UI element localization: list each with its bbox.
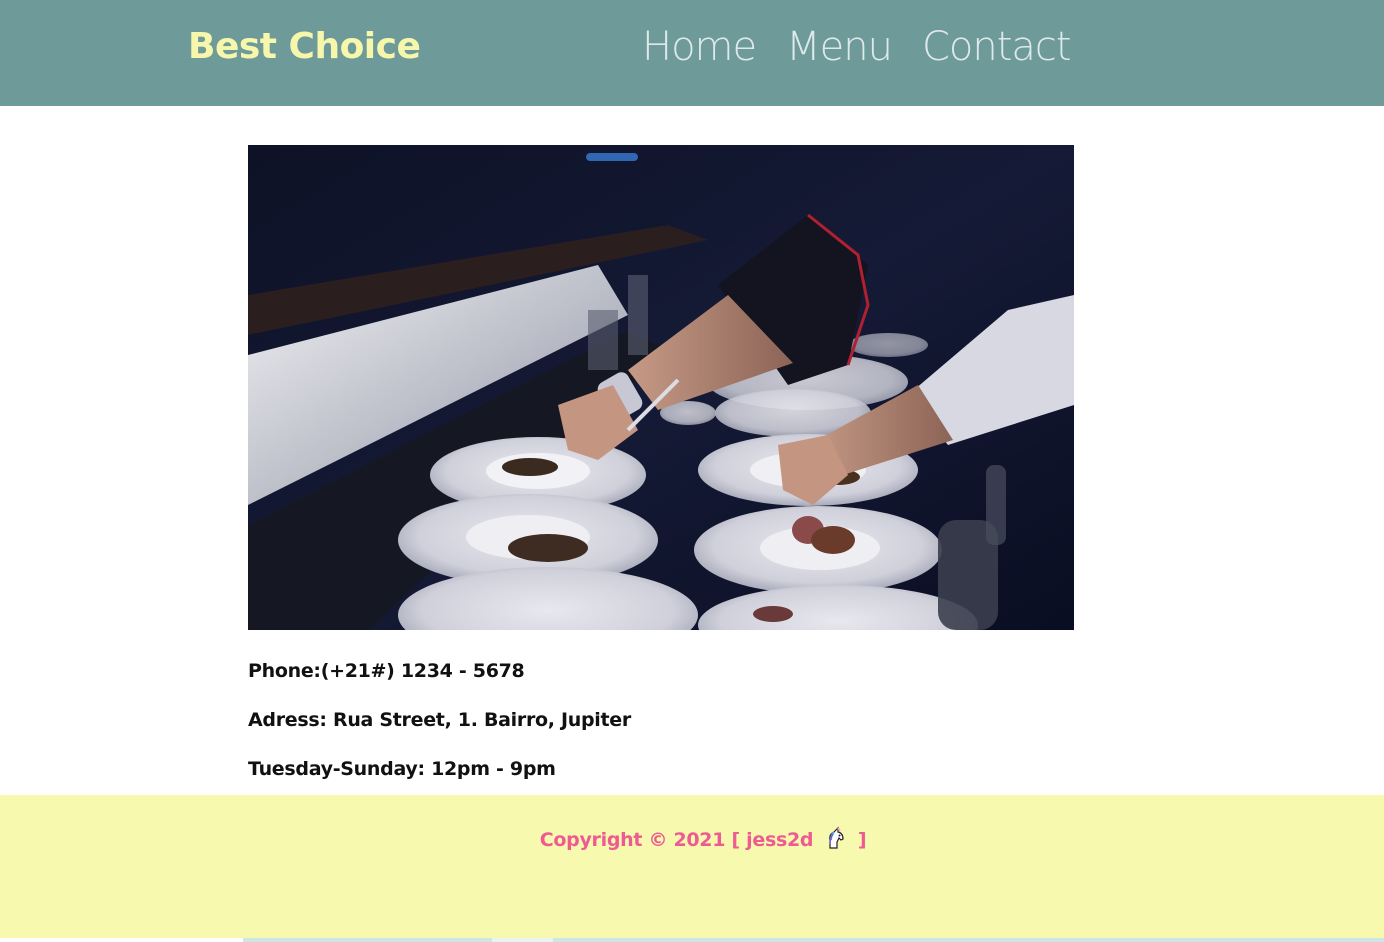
horizontal-scrollbar[interactable] (0, 938, 1384, 942)
scrollbar-thumb[interactable] (492, 938, 553, 942)
copyright-suffix: ] (857, 829, 867, 851)
contact-phone: Phone:(+21#) 1234 - 5678 (248, 660, 525, 682)
unicorn-icon (824, 826, 848, 855)
opening-hours: Tuesday-Sunday: 12pm - 9pm (248, 758, 556, 780)
site-footer (0, 795, 1384, 938)
copyright-prefix: Copyright © 2021 [ jess2d (539, 829, 814, 851)
hero-image (248, 145, 1074, 630)
contact-address: Adress: Rua Street, 1. Bairro, Jupiter (248, 709, 631, 731)
chef-plating-photo (248, 145, 1074, 630)
nav-menu-link[interactable]: Menu (786, 24, 893, 70)
main-nav: Home Menu Contact (642, 24, 1072, 70)
brand-logo[interactable]: Best Choice (188, 26, 421, 67)
nav-home-link[interactable]: Home (642, 24, 757, 70)
copyright-text: Copyright © 2021 [ jess2d ] (0, 826, 1384, 855)
site-header: Best Choice Home Menu Contact (0, 0, 1384, 106)
nav-contact-link[interactable]: Contact (922, 24, 1072, 70)
scrollbar-segment (0, 938, 243, 942)
